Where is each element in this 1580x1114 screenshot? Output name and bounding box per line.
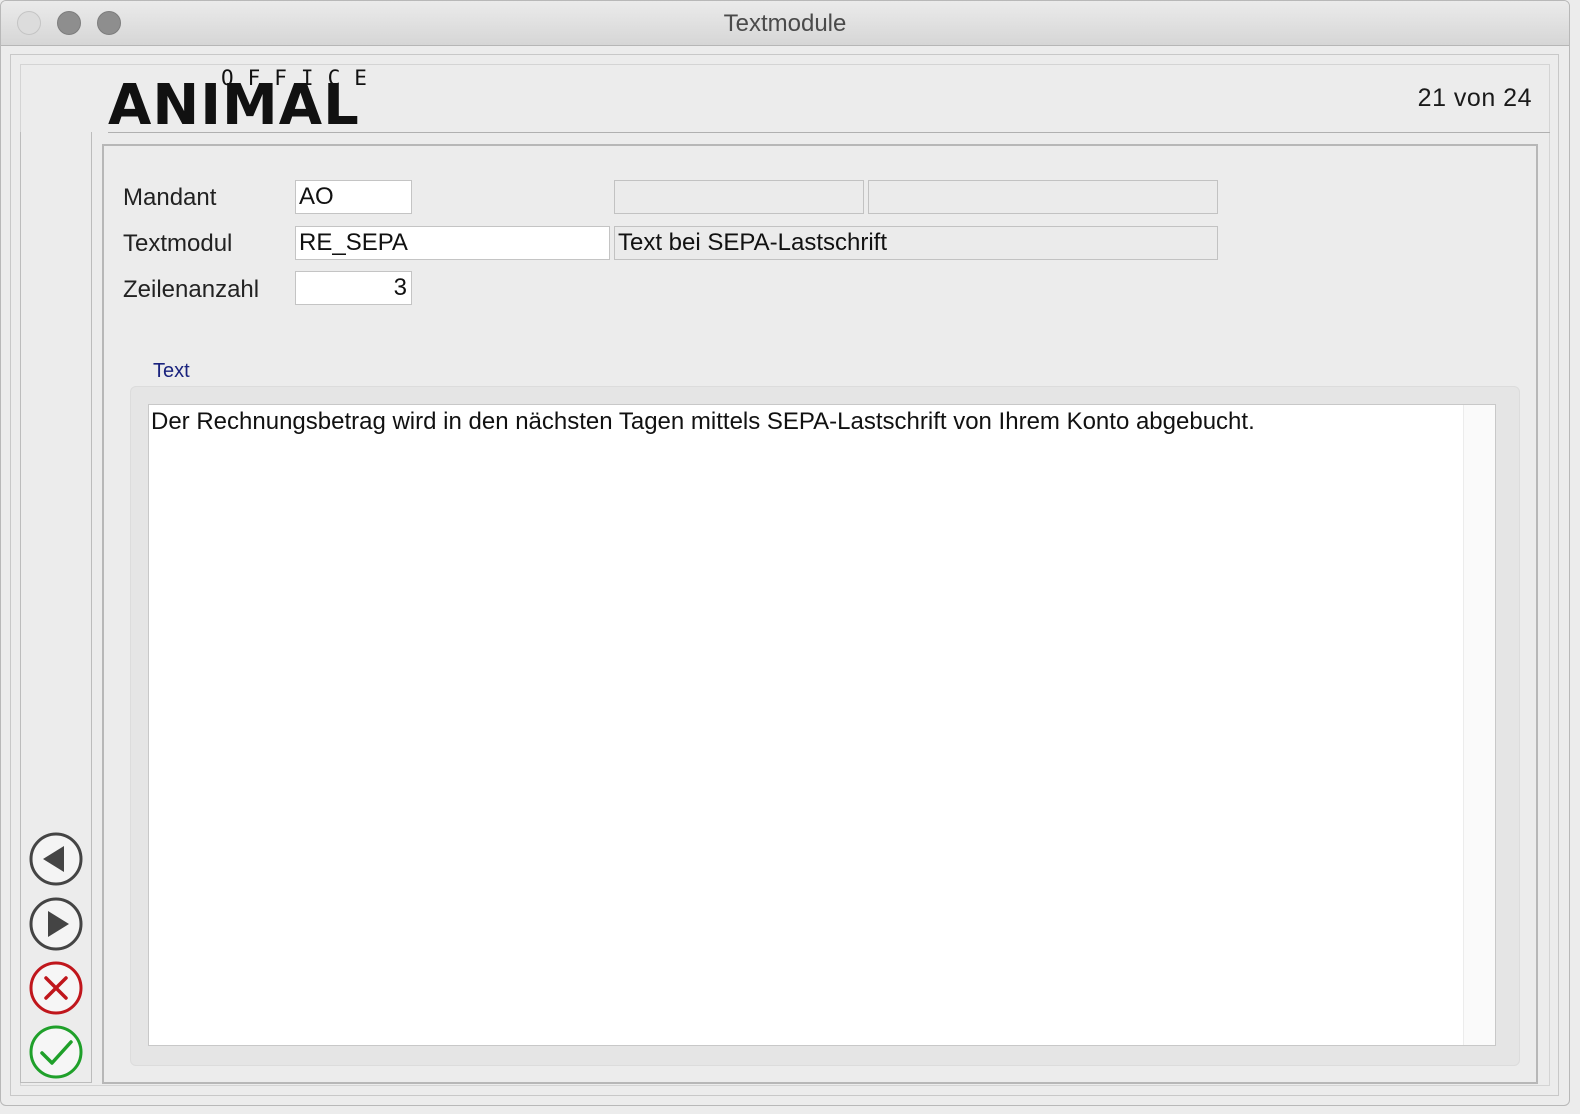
text-content: Der Rechnungsbetrag wird in den nächsten… — [151, 408, 1255, 435]
confirm-button[interactable] — [29, 1025, 83, 1079]
triangle-right-icon — [29, 897, 83, 951]
logo-animal-text: ANIMAL — [108, 73, 360, 138]
textmodul-description-field[interactable]: Text bei SEPA-Lastschrift — [614, 226, 1218, 260]
previous-record-button[interactable] — [29, 832, 83, 886]
record-counter: 21 von 24 — [1417, 84, 1532, 112]
mandant-description-field-1 — [614, 180, 864, 214]
mandant-label: Mandant — [123, 184, 217, 211]
title-bar: Textmodule — [1, 1, 1569, 46]
zeilenanzahl-label: Zeilenanzahl — [123, 276, 260, 303]
x-circle-icon — [29, 961, 83, 1015]
text-area-scrollbar[interactable] — [1463, 405, 1495, 1045]
textmodul-field[interactable]: RE_SEPA — [295, 226, 610, 260]
checkmark-circle-icon — [29, 1025, 83, 1079]
text-content-area[interactable]: Der Rechnungsbetrag wird in den nächsten… — [148, 404, 1496, 1046]
next-record-button[interactable] — [29, 897, 83, 951]
triangle-left-icon — [29, 832, 83, 886]
cancel-button[interactable] — [29, 961, 83, 1015]
mandant-field[interactable]: AO — [295, 180, 412, 214]
zeilenanzahl-field[interactable]: 3 — [295, 271, 412, 305]
office-animal-logo: OFFICE ANIMAL — [108, 66, 388, 134]
window-title: Textmodule — [723, 10, 847, 37]
header-divider — [108, 132, 1550, 133]
text-section-label: Text — [153, 360, 190, 382]
mandant-description-field-2 — [868, 180, 1218, 214]
textmodul-label: Textmodul — [123, 230, 233, 257]
